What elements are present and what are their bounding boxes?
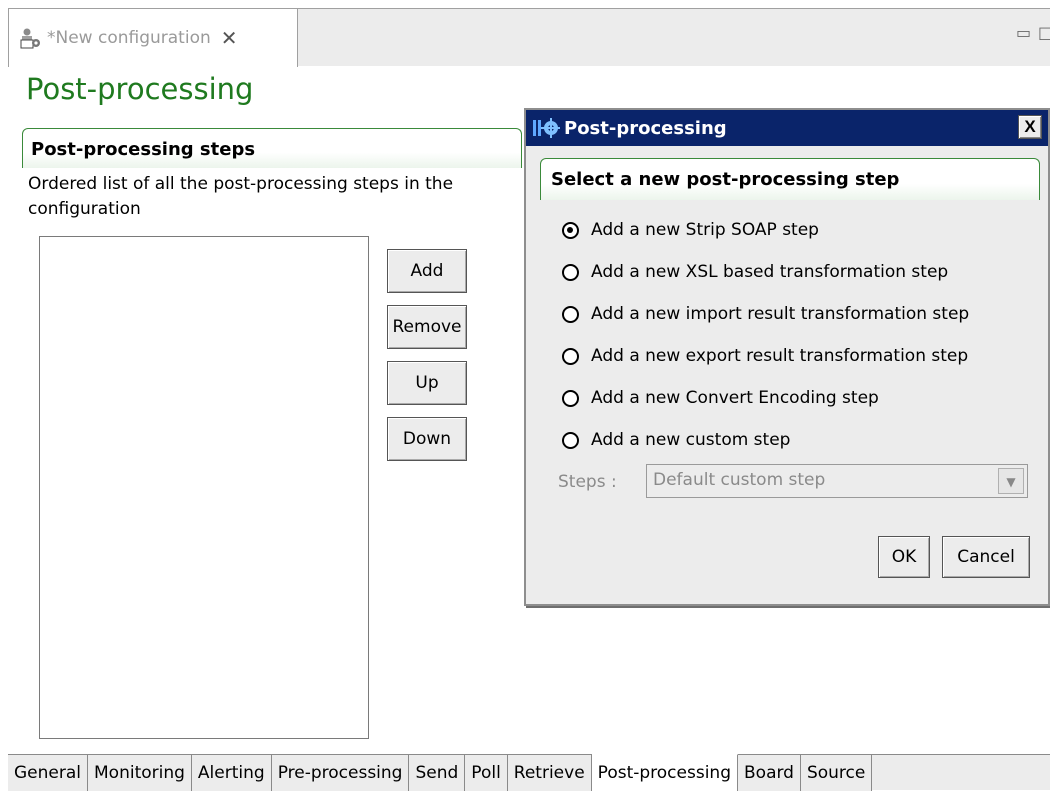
- tab-poll[interactable]: Poll: [465, 755, 508, 791]
- chevron-down-icon: ▼: [998, 468, 1024, 494]
- tab-source[interactable]: Source: [800, 755, 873, 791]
- page-title: Post-processing: [26, 72, 254, 106]
- step-option-label: Add a new XSL based transformation step: [591, 262, 949, 282]
- close-button[interactable]: X: [1018, 115, 1042, 139]
- steps-list[interactable]: [39, 236, 369, 739]
- bottom-tab-bar: General Monitoring Alerting Pre-processing S…: [8, 754, 1050, 791]
- radio-button[interactable]: [562, 263, 579, 281]
- minimize-icon[interactable]: ▭: [1016, 23, 1031, 42]
- tab-board[interactable]: Board: [738, 755, 801, 791]
- close-icon[interactable]: ✕: [221, 26, 238, 50]
- steps-select-value: Default custom step: [653, 470, 826, 490]
- step-option-label: Add a new import result transformation s…: [591, 304, 970, 324]
- step-option[interactable]: Add a new import result transformation s…: [562, 304, 969, 324]
- step-option[interactable]: Add a new Strip SOAP step: [562, 220, 819, 240]
- radio-button[interactable]: [562, 347, 579, 365]
- tab-post-processing[interactable]: Post-processing: [591, 754, 738, 791]
- add-button[interactable]: Add: [387, 249, 467, 293]
- step-option-label: Add a new Convert Encoding step: [591, 388, 879, 408]
- radio-button[interactable]: [562, 389, 579, 407]
- tab-pre-processing[interactable]: Pre-processing: [271, 755, 410, 791]
- tab-general[interactable]: General: [8, 755, 88, 791]
- tab-send[interactable]: Send: [409, 755, 466, 791]
- group-title: Post-processing steps: [22, 128, 522, 168]
- radio-button[interactable]: [562, 221, 579, 239]
- step-option-label: Add a new Strip SOAP step: [591, 220, 819, 240]
- tab-alerting[interactable]: Alerting: [191, 755, 272, 791]
- steps-select: Default custom step ▼: [646, 464, 1028, 498]
- step-option-label: Add a new export result transformation s…: [591, 346, 969, 366]
- radio-button[interactable]: [562, 431, 579, 449]
- step-option[interactable]: Add a new XSL based transformation step: [562, 262, 948, 282]
- remove-button[interactable]: Remove: [387, 305, 467, 349]
- group-description: Ordered list of all the post-processing …: [28, 174, 454, 219]
- tab-retrieve[interactable]: Retrieve: [507, 755, 592, 791]
- down-button[interactable]: Down: [387, 417, 467, 461]
- dialog-group-title: Select a new post-processing step: [540, 158, 1040, 200]
- tab-monitoring[interactable]: Monitoring: [88, 755, 192, 791]
- gear-icon: [532, 117, 561, 139]
- step-option[interactable]: Add a new custom step: [562, 430, 790, 450]
- editor-tab-title: *New configuration: [47, 28, 211, 48]
- steps-label: Steps :: [558, 472, 617, 492]
- step-option[interactable]: Add a new Convert Encoding step: [562, 388, 879, 408]
- dialog-titlebar: Post-processing X: [526, 110, 1048, 146]
- configuration-icon: [19, 27, 41, 49]
- editor-tab-bar: *New configuration ✕ ▭ □: [8, 8, 1050, 67]
- step-option-label: Add a new custom step: [591, 430, 791, 450]
- dialog-title: Post-processing: [564, 117, 727, 139]
- step-option[interactable]: Add a new export result transformation s…: [562, 346, 968, 366]
- cancel-button[interactable]: Cancel: [942, 536, 1030, 578]
- up-button[interactable]: Up: [387, 361, 467, 405]
- editor-tab[interactable]: *New configuration ✕: [8, 9, 298, 67]
- ok-button[interactable]: OK: [878, 536, 930, 578]
- post-processing-dialog: Post-processing X Select a new post-proc…: [524, 108, 1050, 606]
- radio-button[interactable]: [562, 305, 579, 323]
- maximize-icon[interactable]: □: [1038, 23, 1050, 42]
